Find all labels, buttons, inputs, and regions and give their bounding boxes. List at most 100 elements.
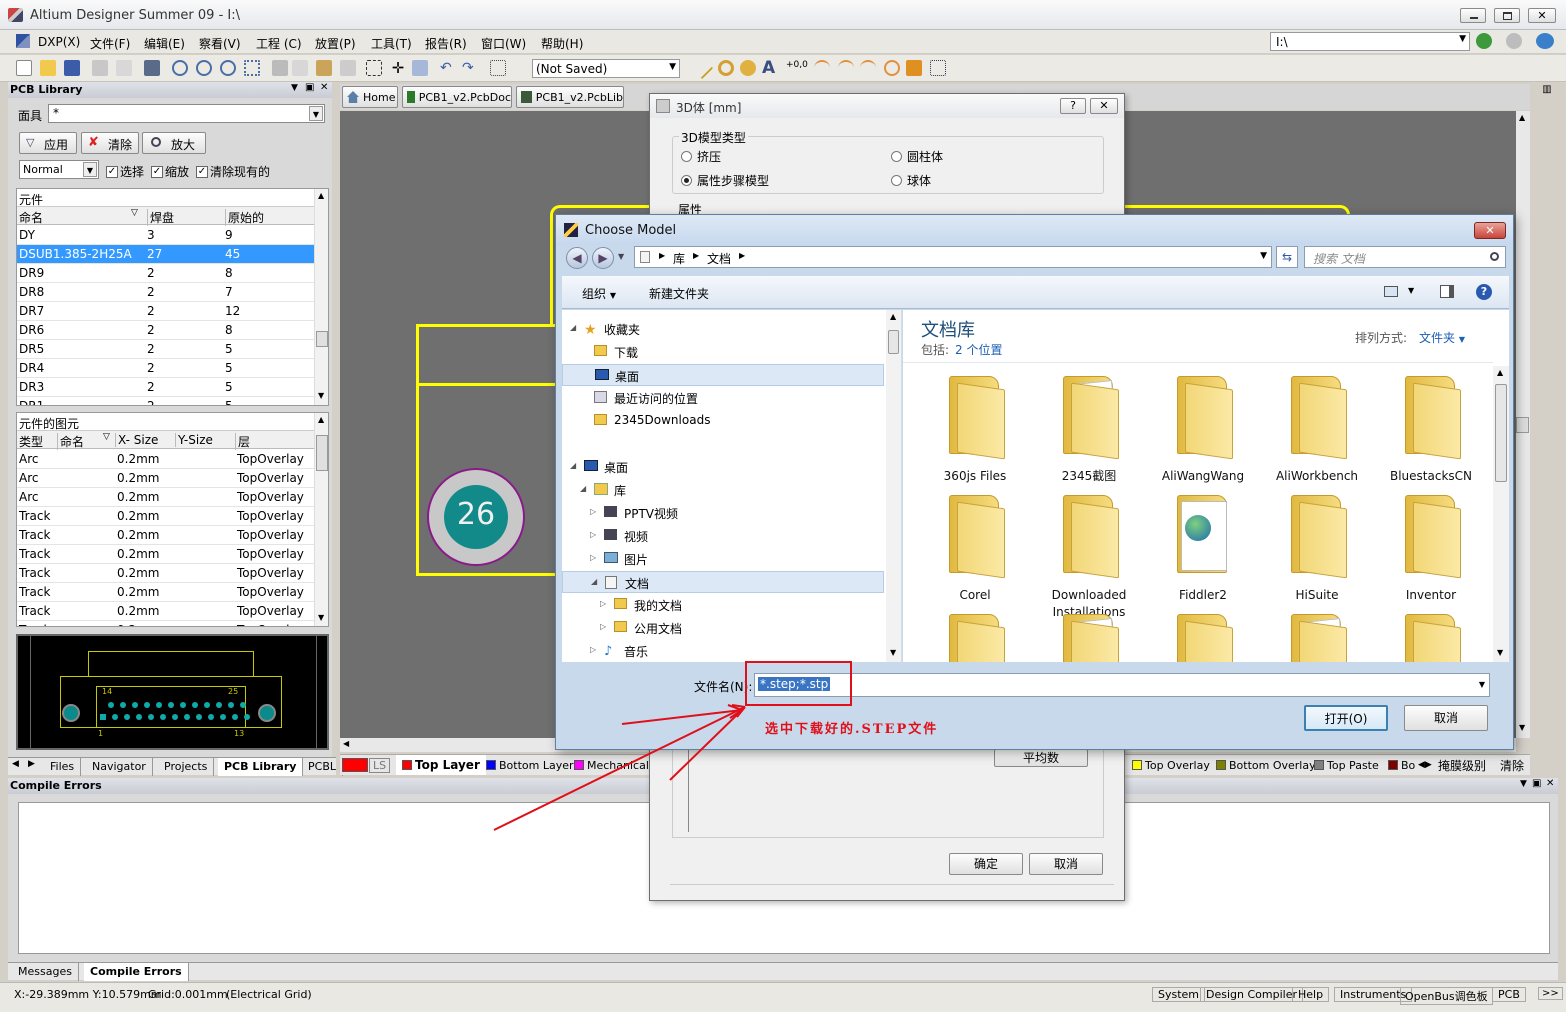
- restore-button[interactable]: [1494, 8, 1520, 23]
- save-icon[interactable]: [64, 60, 80, 76]
- nav-tree-item[interactable]: ◢ 库: [562, 479, 884, 501]
- column-header-x-size[interactable]: X- Size: [115, 433, 158, 447]
- nav-tree-item[interactable]: 最近访问的位置: [562, 387, 884, 409]
- nav-tree-item[interactable]: ◢ 文档: [562, 571, 884, 593]
- scroll-up-icon[interactable]: ▲: [1497, 368, 1503, 377]
- breadcrumb-library[interactable]: 库: [673, 250, 685, 267]
- chevron-down-icon[interactable]: ▼: [309, 106, 323, 121]
- layer-tab-top-paste[interactable]: Top Paste: [1314, 755, 1379, 775]
- scroll-down-icon[interactable]: ▼: [1519, 723, 1525, 732]
- option-step-model[interactable]: 属性步骤模型: [681, 172, 769, 189]
- table-row[interactable]: Arc 0.2mm TopOverlay: [17, 450, 314, 469]
- scroll-down-icon[interactable]: ▼: [1497, 648, 1503, 657]
- zoom-button[interactable]: 放大: [142, 132, 206, 154]
- nav-tree-item[interactable]: ▷ 视频: [562, 525, 884, 547]
- status-design-compiler[interactable]: Design Compiler: [1200, 987, 1303, 1002]
- folder-item[interactable]: Corel: [921, 489, 1029, 607]
- mask-level-button[interactable]: 掩膜级别: [1438, 755, 1486, 775]
- table-row[interactable]: Arc 0.2mm TopOverlay: [17, 488, 314, 507]
- zoom-out-icon[interactable]: [196, 60, 212, 76]
- line-icon[interactable]: [690, 56, 714, 80]
- tab-scroll-right-icon[interactable]: ▶: [28, 759, 35, 769]
- refresh-button[interactable]: ⇆: [1276, 246, 1298, 268]
- scroll-thumb[interactable]: [1495, 384, 1507, 482]
- scroll-thumb[interactable]: [316, 331, 328, 347]
- table-row[interactable]: DR3 2 5: [17, 378, 314, 397]
- collapsed-icon[interactable]: ▷: [600, 599, 606, 608]
- table-row[interactable]: Track 0.2mm TopOverlay: [17, 621, 314, 626]
- folder-item[interactable]: HiSuite: [1263, 489, 1371, 607]
- table-row[interactable]: Arc 0.2mm TopOverlay: [17, 469, 314, 488]
- apply-button[interactable]: ▽ 应用: [19, 132, 77, 154]
- folder-item[interactable]: Fiddler2: [1149, 489, 1257, 607]
- close-icon[interactable]: ✕: [1546, 778, 1554, 789]
- doc-tab-pcblib[interactable]: PCB1_v2.PcbLib: [516, 86, 624, 108]
- status-openbus[interactable]: OpenBus调色板: [1400, 987, 1493, 1005]
- back-button[interactable]: ◀: [566, 247, 588, 269]
- cancel-button[interactable]: 取消: [1404, 705, 1488, 731]
- scroll-down-icon[interactable]: ▼: [890, 648, 896, 657]
- ok-button[interactable]: 确定: [949, 853, 1023, 875]
- scroll-up-icon[interactable]: ▲: [318, 191, 324, 200]
- menu-edit[interactable]: 编辑(E): [144, 35, 185, 52]
- nav-tree-item[interactable]: ▷ 我的文档: [562, 594, 884, 616]
- pad-icon[interactable]: [718, 60, 734, 76]
- doc-tab-home[interactable]: Home: [342, 86, 398, 108]
- menu-reports[interactable]: 报告(R): [425, 35, 467, 52]
- folder-item[interactable]: [921, 608, 1029, 662]
- open-button[interactable]: 打开(O): [1304, 705, 1388, 731]
- string-icon[interactable]: A: [762, 58, 778, 78]
- clear-existing-checkbox[interactable]: ✓ 清除现有的: [196, 163, 270, 180]
- nav-tree-item[interactable]: ▷ 公用文档: [562, 617, 884, 639]
- scroll-down-icon[interactable]: ▼: [318, 391, 324, 400]
- table-row[interactable]: DSUB1.385-2H25A 27 45: [17, 245, 314, 264]
- status-pcb[interactable]: PCB: [1492, 987, 1526, 1002]
- table-row[interactable]: Track 0.2mm TopOverlay: [17, 545, 314, 564]
- average-button[interactable]: 平均数: [994, 749, 1088, 767]
- canvas-vscrollbar[interactable]: ▲ ▼: [1516, 111, 1530, 738]
- tab-navigator[interactable]: Navigator: [86, 758, 153, 776]
- tab-files[interactable]: Files: [44, 758, 82, 776]
- arc-edge-icon[interactable]: [838, 60, 854, 76]
- open-icon[interactable]: [40, 60, 56, 76]
- option-sphere[interactable]: 球体: [891, 172, 931, 189]
- close-button[interactable]: ✕: [1474, 222, 1506, 239]
- scroll-thumb[interactable]: [888, 330, 899, 354]
- footprint-preview[interactable]: 14 25 1 13: [16, 634, 329, 750]
- filename-input[interactable]: *.step;*.stp ▼: [754, 673, 1490, 697]
- menu-window[interactable]: 窗口(W): [481, 35, 526, 52]
- doc-tab-pcbdoc[interactable]: PCB1_v2.PcbDoc: [402, 86, 512, 108]
- arc-any-icon[interactable]: [860, 60, 876, 76]
- help-button[interactable]: ?: [1060, 98, 1086, 114]
- clear-button[interactable]: 清除: [1500, 755, 1524, 775]
- layer-tab-bottom-truncated[interactable]: Bo: [1388, 755, 1415, 775]
- table-row[interactable]: DR8 2 7: [17, 283, 314, 302]
- nav-scrollbar[interactable]: ▲ ▼: [886, 310, 901, 662]
- organize-menu[interactable]: 组织 ▼: [582, 285, 616, 302]
- menu-view[interactable]: 察看(V): [199, 35, 241, 52]
- print-icon[interactable]: [92, 60, 108, 76]
- full-circle-icon[interactable]: [884, 60, 900, 76]
- tab-compile-errors[interactable]: Compile Errors: [84, 963, 189, 981]
- pad-26[interactable]: 26: [427, 468, 525, 566]
- address-input[interactable]: ▶ 库 ▶ 文档 ▶ ▼: [634, 246, 1272, 268]
- layer-tab-bottom-overlay[interactable]: Bottom Overlay: [1216, 755, 1316, 775]
- scroll-left-icon[interactable]: ◀: [343, 739, 349, 748]
- pin-icon[interactable]: ▣: [1532, 778, 1541, 789]
- recent-pages-icon[interactable]: ▼: [618, 252, 624, 261]
- option-extrude[interactable]: 挤压: [681, 148, 721, 165]
- tab-pcb-library[interactable]: PCB Library: [218, 758, 304, 776]
- panel-menu-icon[interactable]: ▼: [1520, 779, 1527, 789]
- table-row[interactable]: DR5 2 5: [17, 340, 314, 359]
- layer-tab-top-overlay[interactable]: Top Overlay: [1132, 755, 1210, 775]
- close-button[interactable]: ✕: [1528, 8, 1556, 23]
- mask-input[interactable]: * ▼: [48, 104, 325, 123]
- close-button[interactable]: ✕: [1090, 98, 1118, 114]
- collapsed-icon[interactable]: ▷: [590, 530, 596, 539]
- new-icon[interactable]: [16, 60, 32, 76]
- chevron-down-icon[interactable]: ▼: [1260, 251, 1267, 261]
- collapsed-icon[interactable]: ▷: [590, 507, 596, 516]
- table-row[interactable]: Track 0.2mm TopOverlay: [17, 602, 314, 621]
- cancel-button[interactable]: 取消: [1029, 853, 1103, 875]
- collapsed-icon[interactable]: ▷: [590, 553, 596, 562]
